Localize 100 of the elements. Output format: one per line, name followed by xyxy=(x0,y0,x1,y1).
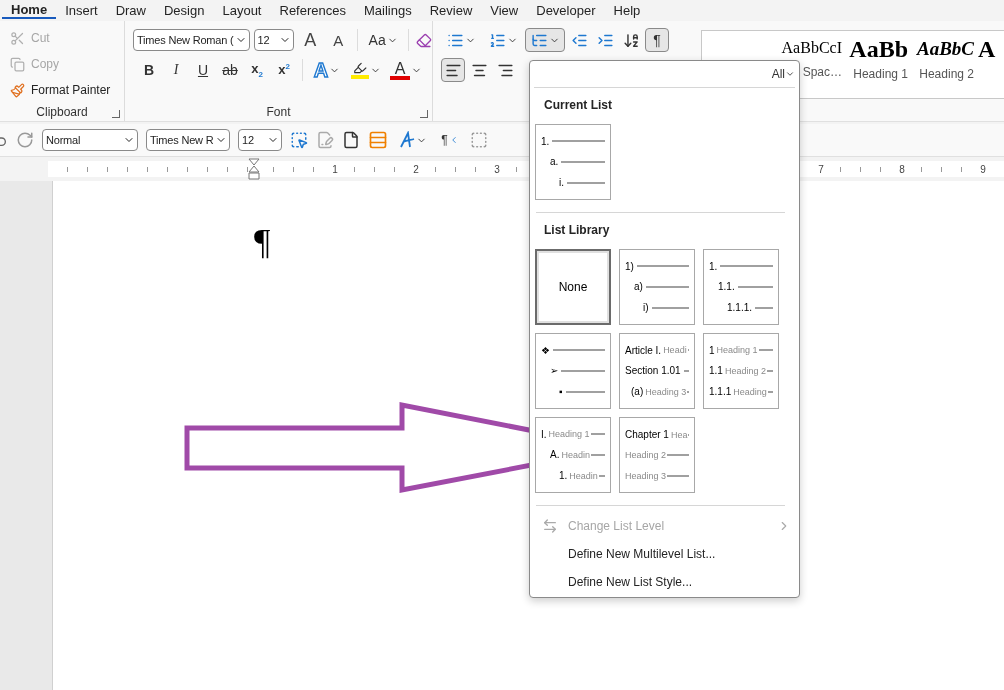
eraser-icon xyxy=(416,31,432,49)
style-field[interactable]: Normal xyxy=(42,129,138,151)
ruler-number: 1 xyxy=(331,163,339,175)
list-style-option[interactable]: ❖ ➢ ▪ xyxy=(535,333,611,409)
list-marker: A. xyxy=(550,449,560,461)
list-marker: ❖ xyxy=(541,344,550,356)
format-painter-button[interactable]: Format Painter xyxy=(8,79,124,101)
list-marker: 1.1.1 xyxy=(709,386,732,398)
highlighter-icon xyxy=(353,61,367,75)
rows-icon xyxy=(368,130,388,150)
format-button[interactable]: x$_{2}$ xyxy=(245,58,269,82)
list-style-option[interactable]: 1 Heading 1 1.1 Heading 2 1.1.1 Heading xyxy=(703,333,779,409)
font-size-field[interactable]: 12 xyxy=(238,129,282,151)
format-button[interactable]: U xyxy=(191,58,215,82)
list-style-option[interactable]: Article I. Headi Section 1.01 (a) Heading 3 xyxy=(619,333,695,409)
format-button[interactable]: B xyxy=(137,58,161,82)
list-marker: ▪ xyxy=(559,386,563,398)
list-style-option[interactable]: 1.1.1. 1.1.1. xyxy=(703,249,779,325)
format-button[interactable]: x$^{2}$ xyxy=(272,58,296,82)
redo-icon xyxy=(16,131,34,149)
heading-label: Heading 3 xyxy=(645,386,687,397)
list-marker: I. xyxy=(541,428,547,440)
ribbon-tab[interactable]: Home xyxy=(2,0,57,19)
list-style-option[interactable]: 1) a) i) xyxy=(619,249,695,325)
ribbon-tab[interactable]: Mailings xyxy=(355,0,421,19)
heading-label: Hea xyxy=(670,429,688,440)
font-color-button[interactable]: A xyxy=(387,58,425,82)
heading-label: Heading 1 xyxy=(548,429,590,440)
style-option[interactable]: AaBbC Heading 2 xyxy=(912,31,978,98)
heading-label: Heading xyxy=(733,386,767,397)
list-marker: 1) xyxy=(625,260,634,272)
ruler-number: 9 xyxy=(979,163,987,175)
ribbon-tab[interactable]: Design xyxy=(155,0,214,19)
ribbon-tab[interactable]: Draw xyxy=(106,0,155,19)
heading-label: Heading 2 xyxy=(625,450,667,461)
heading-label: Heading 3 xyxy=(625,470,667,481)
font-name-field[interactable]: Times New Roman ( xyxy=(133,29,250,51)
document-icon xyxy=(316,131,334,149)
ruler-number: 7 xyxy=(817,163,825,175)
list-marker: Section 1.01 xyxy=(625,365,681,377)
list-marker: 1.1.1. xyxy=(727,302,753,314)
ruler-number: 8 xyxy=(898,163,906,175)
list-marker: Article I. xyxy=(625,344,662,356)
section-heading: List Library xyxy=(543,222,611,239)
change-case-button[interactable]: Aa xyxy=(365,28,402,52)
show-marks-button[interactable]: ¶ xyxy=(645,28,669,52)
paragraph-mark: ¶ xyxy=(254,222,271,262)
format-button[interactable]: ab xyxy=(218,58,242,82)
chevron-down-icon xyxy=(785,69,795,79)
filter-dropdown[interactable]: All xyxy=(771,67,795,81)
list-marker: a. xyxy=(550,156,559,168)
heading-label: Heading 1 xyxy=(716,345,758,356)
shrink-font-button[interactable]: A xyxy=(326,28,351,52)
ribbon-tab[interactable]: Help xyxy=(604,0,650,19)
list-marker: 1. xyxy=(541,135,550,147)
style-option[interactable]: AaBb Heading 1 xyxy=(846,31,912,98)
style-option[interactable]: A xyxy=(978,31,1000,98)
ruler-number: 2 xyxy=(412,163,420,175)
ribbon-tab[interactable]: Layout xyxy=(213,0,271,19)
list-marker: 1. xyxy=(709,260,718,272)
list-marker: Chapter 1 xyxy=(625,429,669,441)
menu-item[interactable]: Define New List Style... xyxy=(534,568,795,596)
scissors-icon xyxy=(10,30,25,46)
list-style-option[interactable]: 1. a. i. xyxy=(535,124,611,200)
list-marker: 1.1. xyxy=(718,281,735,293)
ribbon-tab[interactable]: Developer xyxy=(527,0,605,19)
ribbon-tab[interactable]: Insert xyxy=(56,0,107,19)
menu-item[interactable]: Define New Multilevel List... xyxy=(534,540,795,568)
multilevel-list-button[interactable] xyxy=(525,28,565,52)
heading-label: Headin xyxy=(569,470,598,481)
font-size-field[interactable]: 12 xyxy=(253,29,295,51)
launcher-icon[interactable] xyxy=(420,110,428,118)
ribbon-tab[interactable]: References xyxy=(270,0,355,19)
copy-icon xyxy=(10,56,25,72)
list-marker: ➢ xyxy=(550,365,558,377)
list-marker: i) xyxy=(643,302,649,314)
launcher-icon[interactable] xyxy=(112,110,120,118)
page-icon xyxy=(342,131,360,149)
group-label: Clipboard xyxy=(36,105,88,119)
ruler-number: 3 xyxy=(493,163,501,175)
paintbrush-icon xyxy=(10,82,25,98)
ribbon-tab[interactable]: Review xyxy=(420,0,482,19)
list-marker: 1.1 xyxy=(709,365,723,377)
heading-label: Headin xyxy=(561,450,590,460)
list-style-option[interactable]: Chapter 1 Hea Heading 2 Heading 3 xyxy=(619,417,695,493)
font-name-field[interactable]: Times New R xyxy=(146,129,230,151)
grow-font-button[interactable]: A xyxy=(298,28,323,52)
ribbon-tab[interactable]: View xyxy=(481,0,528,19)
sort-icon xyxy=(622,31,640,49)
text-direction-button[interactable]: ¶ xyxy=(438,128,462,152)
section-heading: Current List xyxy=(543,97,613,114)
indent-arrows-icon xyxy=(542,518,558,534)
align-button[interactable] xyxy=(441,58,465,82)
list-style-option[interactable]: I. Heading 1 A. Headin 1. Headin xyxy=(535,417,611,493)
list-marker: 1 xyxy=(709,344,715,356)
indent-marker-icon[interactable] xyxy=(248,158,260,180)
list-marker: i. xyxy=(559,177,564,189)
format-button[interactable]: I xyxy=(164,58,188,82)
list-style-option[interactable]: None xyxy=(535,249,611,325)
heading-label: Heading 2 xyxy=(724,366,766,376)
